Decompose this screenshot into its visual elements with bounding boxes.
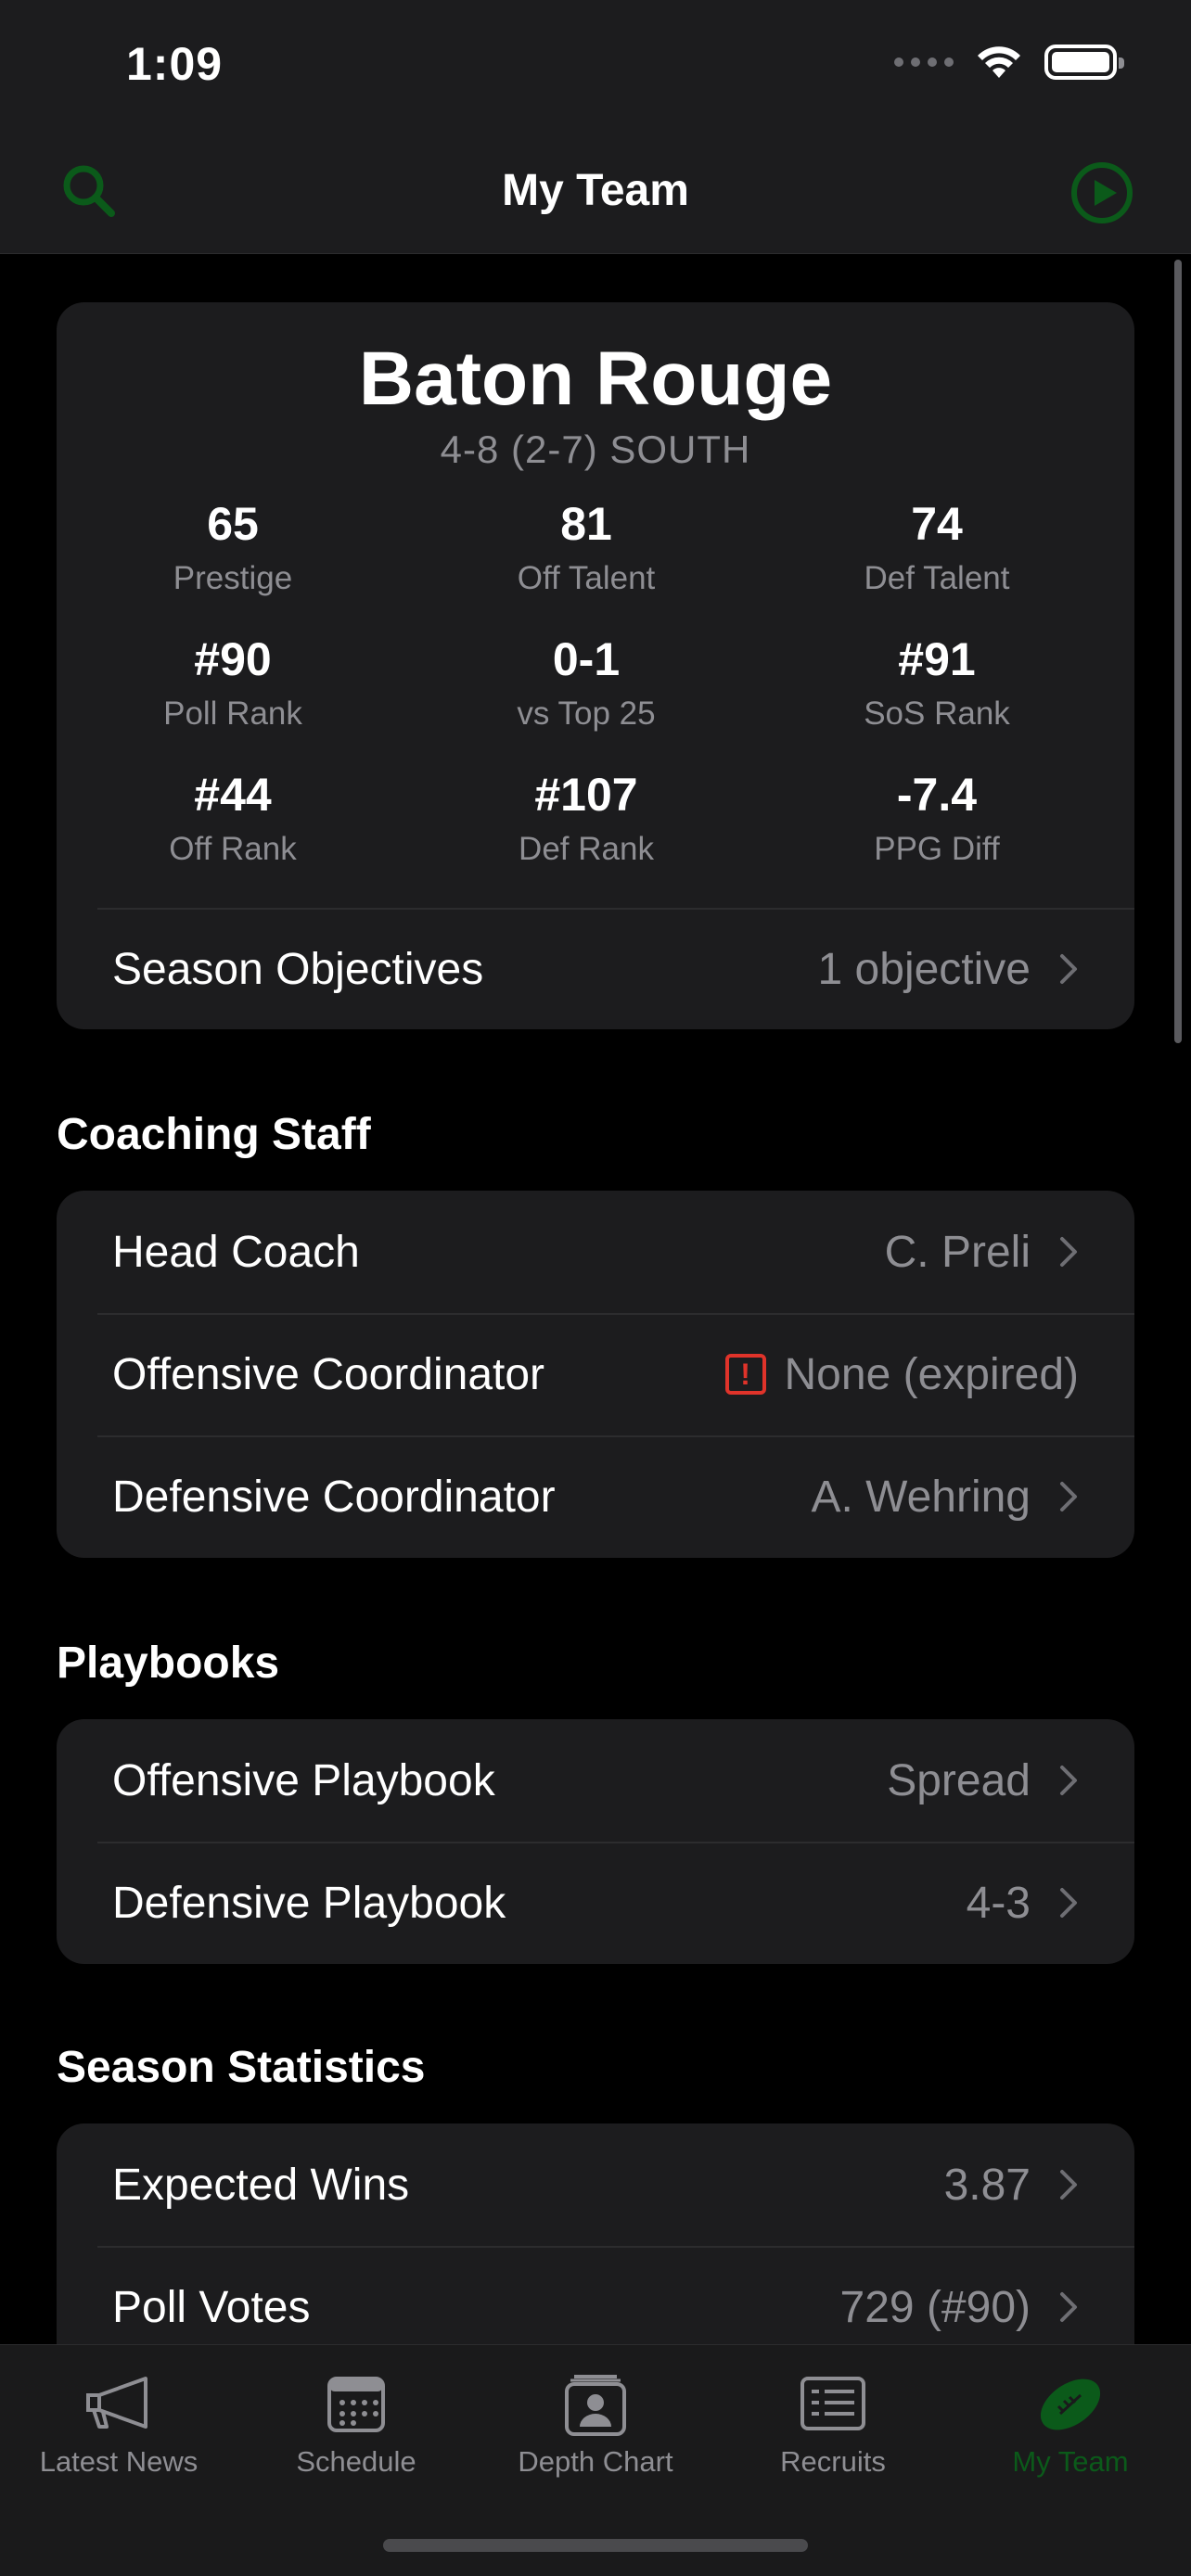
row-label: Offensive Coordinator xyxy=(112,1349,545,1399)
person-card-icon xyxy=(565,2375,626,2436)
row-value: Spread xyxy=(887,1755,1031,1805)
row-value: 3.87 xyxy=(943,2160,1031,2210)
tab-my-team[interactable]: My Team xyxy=(952,2367,1189,2479)
stat-value: #91 xyxy=(898,633,976,685)
navigation-bar: My Team xyxy=(0,130,1191,254)
stat-value: 0-1 xyxy=(552,633,621,685)
stat-value: 65 xyxy=(207,498,259,550)
stat-label: Poll Rank xyxy=(163,695,302,732)
team-summary-card: Baton Rouge 4-8 (2-7) SOUTH 65 Prestige … xyxy=(57,302,1134,1029)
chevron-right-icon xyxy=(1060,1237,1077,1267)
warning-icon: ! xyxy=(724,1354,766,1395)
season-statistics-card: Expected Wins 3.87 Poll Votes 729 (#90) xyxy=(57,2123,1134,2344)
coaching-staff-card: Head Coach C. Preli Offensive Coordinato… xyxy=(57,1191,1134,1558)
chevron-right-icon xyxy=(1060,2170,1077,2200)
chevron-right-icon xyxy=(1060,1766,1077,1795)
section-title-season-statistics: Season Statistics xyxy=(57,2043,426,2092)
chevron-right-icon xyxy=(1060,1482,1077,1511)
status-time: 1:09 xyxy=(126,38,224,90)
row-value: 1 objective xyxy=(817,944,1031,994)
tab-recruits[interactable]: Recruits xyxy=(714,2367,952,2479)
stat-label: Off Rank xyxy=(169,831,297,867)
list-card-icon xyxy=(800,2377,865,2430)
row-label: Defensive Coordinator xyxy=(112,1472,556,1522)
tab-depth-chart[interactable]: Depth Chart xyxy=(477,2367,714,2479)
team-record: 4-8 (2-7) SOUTH xyxy=(440,427,751,471)
row-label: Defensive Playbook xyxy=(112,1878,506,1928)
row-label: Head Coach xyxy=(112,1227,360,1277)
calendar-icon xyxy=(327,2377,385,2432)
cellular-signal-icon xyxy=(894,57,954,67)
wifi-icon xyxy=(976,45,1022,80)
stat-label: PPG Diff xyxy=(874,831,1000,867)
megaphone-icon xyxy=(86,2377,147,2429)
stat-label: Prestige xyxy=(173,560,293,596)
tab-latest-news[interactable]: Latest News xyxy=(0,2367,237,2479)
poll-votes-row[interactable]: Poll Votes 729 (#90) xyxy=(57,2246,1134,2344)
tab-label: Latest News xyxy=(39,2445,198,2478)
stat-def-talent: 74 Def Talent xyxy=(761,497,1113,597)
status-bar: 1:09 xyxy=(0,0,1191,130)
section-title-coaching-staff: Coaching Staff xyxy=(57,1110,371,1159)
stat-label: Def Rank xyxy=(519,831,654,867)
team-name: Baton Rouge xyxy=(358,337,833,421)
tab-schedule[interactable]: Schedule xyxy=(237,2367,475,2479)
tab-label: My Team xyxy=(1012,2445,1129,2478)
home-indicator xyxy=(383,2539,808,2552)
chevron-right-icon xyxy=(1060,1888,1077,1918)
head-coach-row[interactable]: Head Coach C. Preli xyxy=(57,1191,1134,1313)
battery-icon xyxy=(1044,45,1124,80)
chevron-right-icon xyxy=(1060,954,1077,984)
stat-value: #90 xyxy=(194,633,272,685)
stat-value: -7.4 xyxy=(896,769,978,821)
row-value: C. Preli xyxy=(884,1227,1031,1277)
playbooks-card: Offensive Playbook Spread Defensive Play… xyxy=(57,1719,1134,1964)
expected-wins-row[interactable]: Expected Wins 3.87 xyxy=(57,2123,1134,2246)
stat-off-rank: #44 Off Rank xyxy=(57,768,409,868)
defensive-coordinator-row[interactable]: Defensive Coordinator A. Wehring xyxy=(57,1435,1134,1558)
football-icon xyxy=(1040,2378,1101,2430)
stat-value: #44 xyxy=(194,769,272,821)
season-objectives-row[interactable]: Season Objectives 1 objective xyxy=(57,908,1134,1030)
offensive-playbook-row[interactable]: Offensive Playbook Spread xyxy=(57,1719,1134,1842)
chevron-right-icon xyxy=(1060,2292,1077,2322)
row-label: Poll Votes xyxy=(112,2282,311,2332)
play-circle-icon[interactable] xyxy=(1069,159,1135,226)
row-label: Season Objectives xyxy=(112,944,484,994)
stat-label: Def Talent xyxy=(864,560,1010,596)
scrollbar[interactable] xyxy=(1174,260,1182,1043)
stat-ppg-diff: -7.4 PPG Diff xyxy=(761,768,1113,868)
status-icons xyxy=(894,45,1124,80)
stat-sos-rank: #91 SoS Rank xyxy=(761,632,1113,733)
stat-label: Off Talent xyxy=(517,560,656,596)
row-label: Offensive Playbook xyxy=(112,1755,495,1805)
row-value: A. Wehring xyxy=(811,1472,1031,1522)
tab-label: Depth Chart xyxy=(518,2445,673,2478)
defensive-playbook-row[interactable]: Defensive Playbook 4-3 xyxy=(57,1842,1134,1964)
stat-label: vs Top 25 xyxy=(517,695,656,732)
stat-value: 74 xyxy=(911,498,963,550)
row-value: 4-3 xyxy=(966,1878,1031,1928)
stat-vs-top-25: 0-1 vs Top 25 xyxy=(410,632,762,733)
stat-def-rank: #107 Def Rank xyxy=(410,768,762,868)
stat-value: #107 xyxy=(534,769,638,821)
tab-label: Recruits xyxy=(780,2445,886,2478)
offensive-coordinator-row[interactable]: Offensive Coordinator ! None (expired) xyxy=(57,1313,1134,1435)
stat-poll-rank: #90 Poll Rank xyxy=(57,632,409,733)
row-value: 729 (#90) xyxy=(839,2282,1031,2332)
scroll-content[interactable]: Baton Rouge 4-8 (2-7) SOUTH 65 Prestige … xyxy=(0,254,1191,2344)
row-value: None (expired) xyxy=(784,1349,1079,1399)
tab-label: Schedule xyxy=(296,2445,416,2478)
stat-value: 81 xyxy=(560,498,612,550)
section-title-playbooks: Playbooks xyxy=(57,1639,280,1688)
stat-prestige: 65 Prestige xyxy=(57,497,409,597)
page-title: My Team xyxy=(502,166,689,215)
stat-label: SoS Rank xyxy=(864,695,1010,732)
row-label: Expected Wins xyxy=(112,2160,410,2210)
stat-off-talent: 81 Off Talent xyxy=(410,497,762,597)
